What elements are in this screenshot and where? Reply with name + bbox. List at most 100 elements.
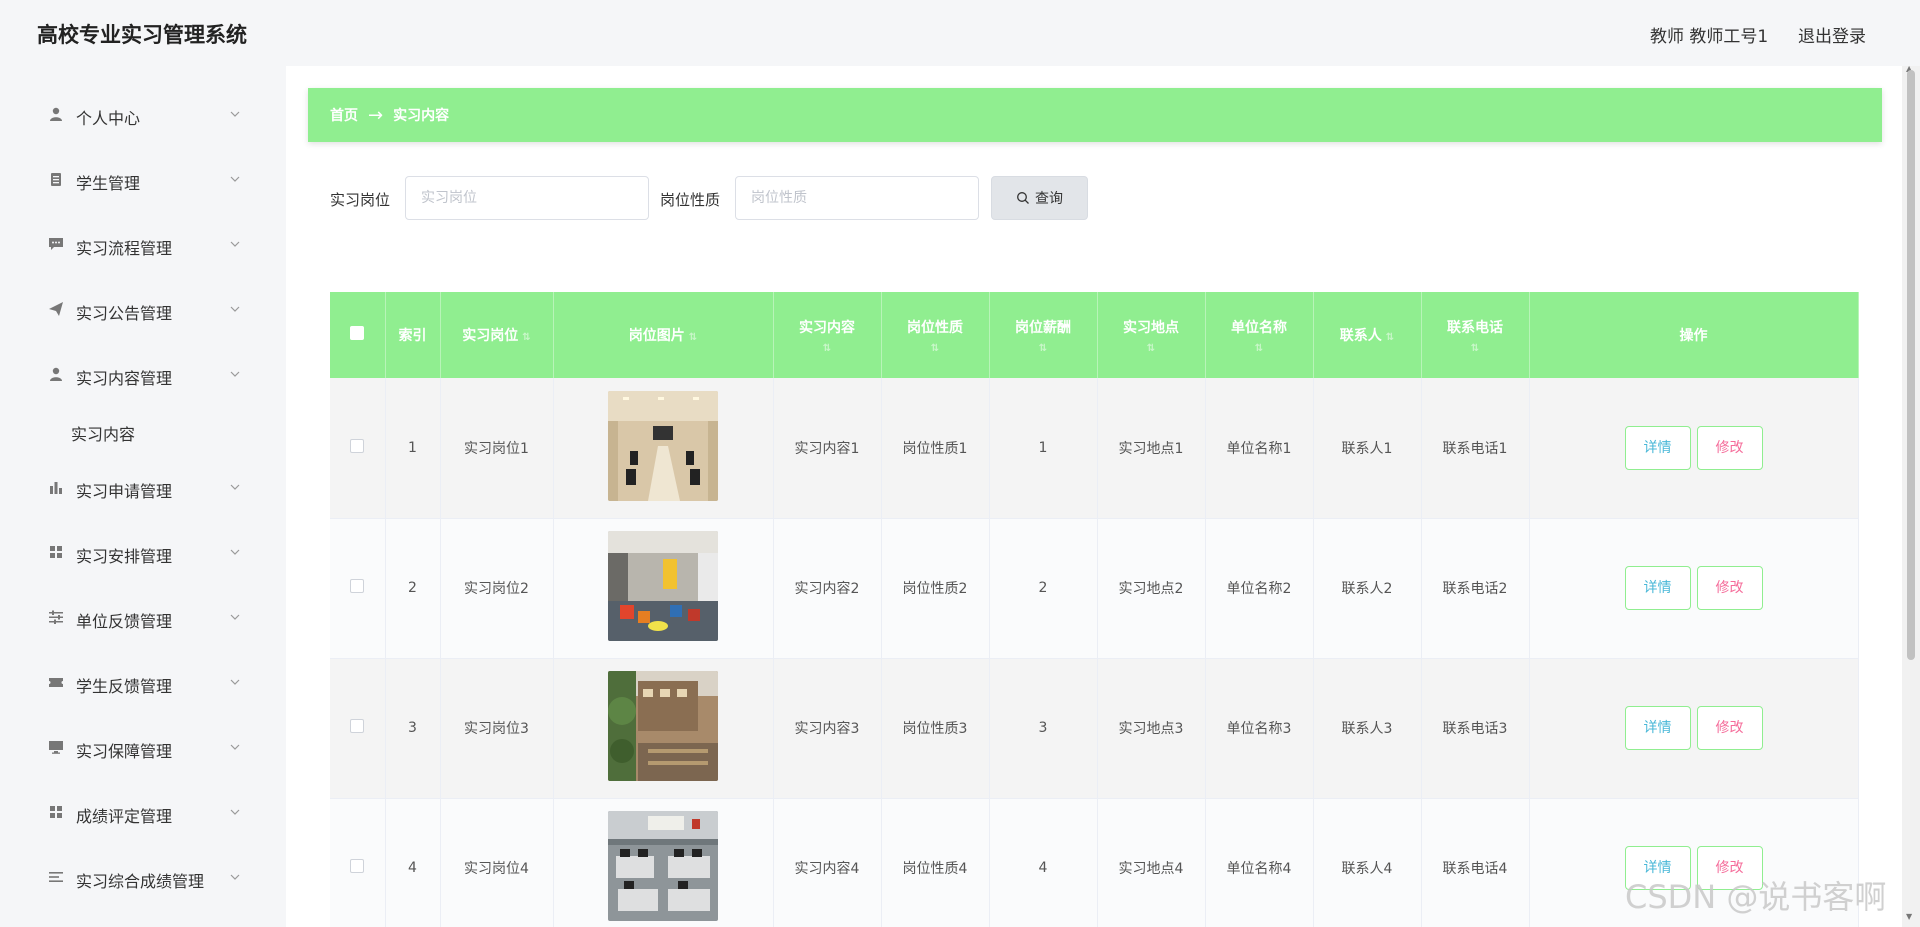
sort-icon[interactable]: ⇅ xyxy=(1422,343,1529,354)
post-search-input[interactable] xyxy=(405,176,649,220)
cell-nature: 岗位性质2 xyxy=(881,518,990,659)
cell-nature: 岗位性质3 xyxy=(881,658,990,799)
detail-button[interactable]: 详情 xyxy=(1624,425,1691,470)
cell-contact: 联系人4 xyxy=(1313,798,1422,927)
sidebar-item-unit-feedback[interactable]: 单位反馈管理 xyxy=(0,598,258,638)
chevron-down-icon xyxy=(230,306,240,312)
column-header-nature[interactable]: 岗位性质 ⇅ xyxy=(881,292,990,378)
cell-post: 实习岗位2 xyxy=(440,518,554,659)
sidebar-item-label: 学生管理 xyxy=(76,174,141,193)
cell-place: 实习地点1 xyxy=(1097,378,1206,519)
column-header-phone[interactable]: 联系电话 ⇅ xyxy=(1421,292,1530,378)
column-header-actions: 操作 xyxy=(1529,292,1859,378)
sidebar-item-label: 实习综合成绩管理 xyxy=(76,872,205,891)
sidebar-item-label: 个人中心 xyxy=(76,109,141,128)
sort-icon[interactable]: ⇅ xyxy=(882,343,989,354)
logout-link[interactable]: 退出登录 xyxy=(1798,22,1866,47)
scrollbar-thumb[interactable] xyxy=(1907,70,1915,660)
column-header-post[interactable]: 实习岗位 ⇅ xyxy=(440,292,554,378)
sidebar-item-guarantee[interactable]: 实习保障管理 xyxy=(0,728,258,768)
sort-icon[interactable]: ⇅ xyxy=(774,343,881,354)
office-lounge-image[interactable] xyxy=(608,531,718,641)
column-header-index: 索引 xyxy=(385,292,441,378)
breadcrumb-current: 实习内容 xyxy=(393,108,450,124)
column-header-salary[interactable]: 岗位薪酬 ⇅ xyxy=(989,292,1098,378)
select-all-checkbox[interactable] xyxy=(350,326,365,340)
search-button[interactable]: 查询 xyxy=(991,176,1088,220)
chevron-down-icon xyxy=(230,549,240,555)
row-checkbox[interactable] xyxy=(350,859,365,873)
column-header-image[interactable]: 岗位图片 ⇅ xyxy=(553,292,774,378)
column-header-contact[interactable]: 联系人 ⇅ xyxy=(1313,292,1422,378)
sidebar-item-student-feedback[interactable]: 学生反馈管理 xyxy=(0,663,258,703)
column-header-unit[interactable]: 单位名称 ⇅ xyxy=(1205,292,1314,378)
sidebar-item-personal-center[interactable]: 个人中心 xyxy=(0,95,258,135)
breadcrumb-home[interactable]: 首页 xyxy=(330,105,358,125)
chevron-down-icon xyxy=(230,111,240,117)
sidebar-item-label: 单位反馈管理 xyxy=(76,612,173,631)
sidebar-item-label: 实习公告管理 xyxy=(76,304,173,323)
office-courtyard-image[interactable] xyxy=(608,671,718,781)
cell-place: 实习地点4 xyxy=(1097,798,1206,927)
row-checkbox[interactable] xyxy=(350,438,365,453)
cell-actions: 详情 修改 xyxy=(1529,518,1859,659)
cell-phone: 联系电话2 xyxy=(1421,518,1530,659)
clipboard-icon xyxy=(51,173,61,186)
chevron-down-icon xyxy=(230,241,240,247)
row-checkbox[interactable] xyxy=(350,719,365,733)
sidebar-item-process[interactable]: 实习流程管理 xyxy=(0,225,258,265)
open-office-image[interactable] xyxy=(608,811,718,921)
data-table: 索引 实习岗位 ⇅ 岗位图片 ⇅ 实习内容 ⇅ 岗位性质 ⇅ 岗位薪酬 ⇅ 实习地点 ⇅ 单… xyxy=(330,292,1859,927)
sort-icon[interactable]: ⇅ xyxy=(1098,343,1205,354)
cell-contact: 联系人2 xyxy=(1313,518,1422,659)
sidebar-item-students[interactable]: 学生管理 xyxy=(0,160,258,200)
detail-button[interactable]: 详情 xyxy=(1624,566,1691,610)
detail-button[interactable]: 详情 xyxy=(1624,706,1691,750)
sidebar-item-content-management[interactable]: 实习内容管理 xyxy=(0,355,258,395)
chat-icon xyxy=(49,238,63,250)
cell-content: 实习内容1 xyxy=(773,378,882,519)
sort-icon[interactable]: ⇅ xyxy=(1386,332,1394,343)
sidebar-item-overall-grade[interactable]: 实习综合成绩管理 xyxy=(0,858,258,898)
sort-icon[interactable]: ⇅ xyxy=(1206,343,1313,354)
scroll-down-icon[interactable]: ▼ xyxy=(1906,912,1912,921)
sidebar-item-label: 实习保障管理 xyxy=(76,742,173,761)
sort-icon[interactable]: ⇅ xyxy=(990,343,1097,354)
nature-search-input[interactable] xyxy=(735,176,979,220)
page-scrollbar[interactable]: ▲ ▼ xyxy=(1902,64,1920,927)
cell-image xyxy=(553,798,774,927)
bar-chart-icon xyxy=(50,482,62,494)
sidebar-subitem-content[interactable]: 实习内容 xyxy=(71,421,135,445)
cell-image xyxy=(553,658,774,799)
cell-index: 3 xyxy=(385,658,441,799)
sidebar-item-grading[interactable]: 成绩评定管理 xyxy=(0,793,258,833)
sort-icon[interactable]: ⇅ xyxy=(522,332,530,343)
edit-button[interactable]: 修改 xyxy=(1696,566,1763,610)
sidebar-item-application[interactable]: 实习申请管理 xyxy=(0,468,258,508)
sort-icon[interactable]: ⇅ xyxy=(689,332,697,343)
column-header-place[interactable]: 实习地点 ⇅ xyxy=(1097,292,1206,378)
cell-contact: 联系人1 xyxy=(1313,378,1422,519)
sidebar: 个人中心 学生管理 实习流程管理 实习公告管理 实习内容管理 实习内容 实习申请… xyxy=(0,66,286,927)
meeting-room-image[interactable] xyxy=(608,390,718,501)
cell-unit: 单位名称1 xyxy=(1205,378,1314,519)
sidebar-item-arrangement[interactable]: 实习安排管理 xyxy=(0,533,258,573)
column-header-content[interactable]: 实习内容 ⇅ xyxy=(773,292,882,378)
sidebar-item-label: 实习内容管理 xyxy=(76,369,173,388)
cell-unit: 单位名称2 xyxy=(1205,518,1314,659)
edit-button[interactable]: 修改 xyxy=(1696,425,1763,470)
user-icon xyxy=(50,107,62,121)
cell-content: 实习内容2 xyxy=(773,518,882,659)
sidebar-item-announcement[interactable]: 实习公告管理 xyxy=(0,290,258,330)
edit-button[interactable]: 修改 xyxy=(1696,706,1763,750)
cell-nature: 岗位性质4 xyxy=(881,798,990,927)
table-header-row: 索引 实习岗位 ⇅ 岗位图片 ⇅ 实习内容 ⇅ 岗位性质 ⇅ 岗位薪酬 ⇅ 实习地点 ⇅ 单… xyxy=(330,292,1859,378)
grid-icon xyxy=(50,546,62,558)
cell-actions: 详情 修改 xyxy=(1529,658,1859,799)
cell-content: 实习内容4 xyxy=(773,798,882,927)
ticket-icon xyxy=(49,678,63,687)
table-row: 1 实习岗位1 实习内容1 岗位性质1 1 实习地点1 单位名称1 联系人1 联… xyxy=(330,378,1859,519)
arrow-right-icon: → xyxy=(368,104,384,126)
sidebar-item-label: 学生反馈管理 xyxy=(76,677,173,696)
row-checkbox[interactable] xyxy=(350,579,365,593)
